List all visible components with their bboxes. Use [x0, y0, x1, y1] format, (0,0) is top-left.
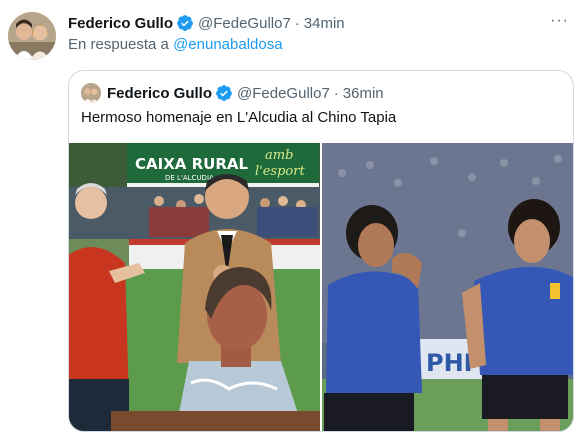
verified-badge-icon — [176, 14, 194, 32]
media-grid: CAIXA RURAL DE L'ALCUDIA amb l'esport PH… — [69, 143, 573, 431]
quoted-author-avatar[interactable] — [81, 83, 101, 103]
quoted-author-name[interactable]: Federico Gullo — [107, 85, 212, 102]
banner-text-amb: amb — [265, 148, 293, 163]
reply-handle-link[interactable]: @enunabaldosa — [173, 36, 282, 53]
quoted-tweet-timestamp[interactable]: 36min — [343, 85, 384, 102]
banner-text-caixa-rural: CAIXA RURAL — [135, 155, 248, 173]
reply-prefix: En respuesta a — [68, 36, 169, 53]
author-name[interactable]: Federico Gullo — [68, 15, 173, 32]
quoted-author-handle[interactable]: @FedeGullo7 — [237, 85, 330, 102]
photo-players-field[interactable]: PHI — [322, 143, 573, 431]
reply-context: En respuesta a @enunabaldosa — [68, 36, 283, 53]
verified-badge-icon — [215, 84, 233, 102]
tweet-timestamp[interactable]: 34min — [304, 15, 345, 32]
photo-homage-ceremony[interactable]: CAIXA RURAL DE L'ALCUDIA amb l'esport — [69, 143, 320, 431]
banner-text-esport: l'esport — [255, 164, 305, 179]
quoted-tweet[interactable]: Federico Gullo @FedeGullo7 · 36min Hermo… — [68, 70, 574, 432]
quoted-tweet-header: Federico Gullo @FedeGullo7 · 36min — [81, 83, 561, 103]
separator-dot: · — [294, 14, 300, 32]
tweet[interactable]: Federico Gullo @FedeGullo7 · 34min ··· E… — [0, 0, 583, 441]
separator-dot: · — [333, 84, 339, 102]
stand-sign-text: PHI — [426, 349, 473, 377]
quoted-tweet-text: Hermoso homenaje en L'Alcudia al Chino T… — [81, 109, 397, 126]
tweet-header: Federico Gullo @FedeGullo7 · 34min — [68, 12, 573, 34]
more-options-icon[interactable]: ··· — [550, 12, 569, 30]
banner-text-alcudia: DE L'ALCUDIA — [165, 174, 214, 182]
author-handle[interactable]: @FedeGullo7 — [198, 15, 291, 32]
author-avatar[interactable] — [8, 12, 56, 60]
